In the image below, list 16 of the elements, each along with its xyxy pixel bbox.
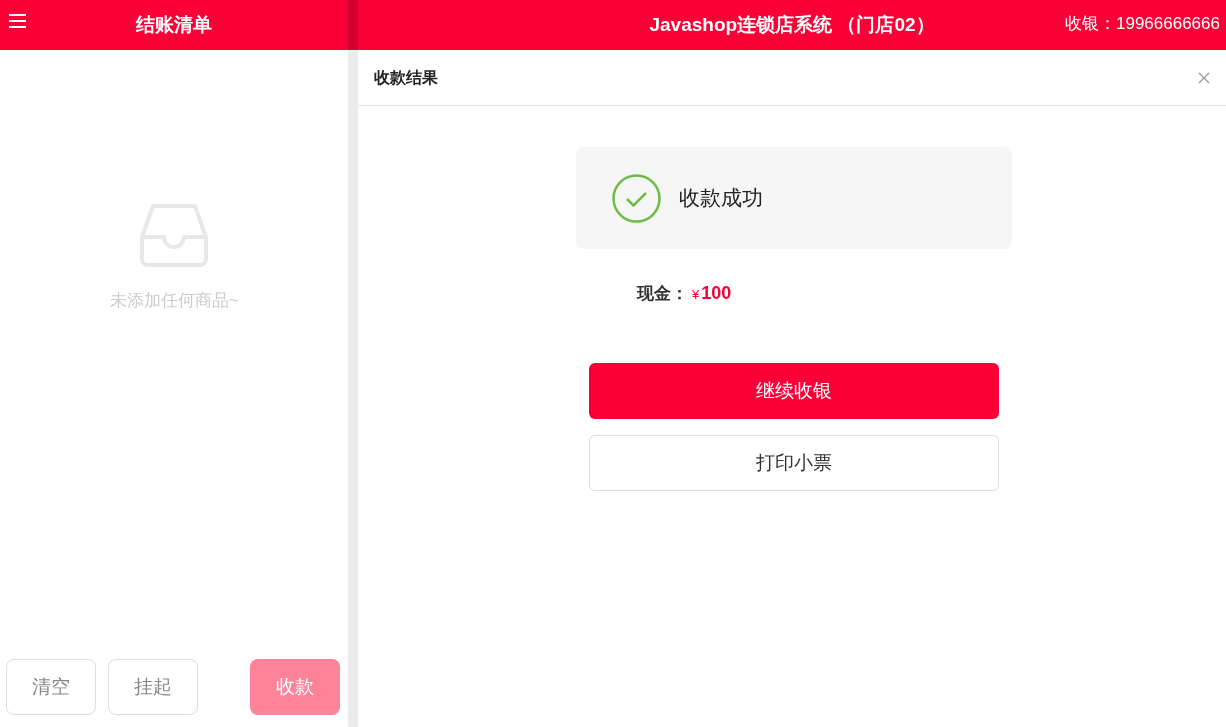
payment-amount: 100 — [701, 282, 732, 305]
cart-title: 结账清单 — [136, 12, 212, 37]
header-divider-strip — [348, 0, 358, 50]
print-receipt-button[interactable]: 打印小票 — [589, 435, 999, 491]
dialog-title: 收款结果 — [374, 67, 438, 88]
currency-symbol: ¥ — [692, 286, 700, 304]
close-icon[interactable] — [1198, 71, 1210, 84]
cart-action-button[interactable]: 清空 — [6, 659, 96, 715]
cashier-label: 收银：19966666666 — [1065, 13, 1220, 35]
cart-action-button[interactable]: 挂起 — [108, 659, 198, 715]
app-title: Javashop连锁店系统 （门店02） — [649, 12, 935, 37]
menu-icon[interactable] — [8, 13, 27, 29]
payment-method-label: 现金： — [637, 283, 688, 305]
success-check-icon — [612, 173, 661, 223]
payment-result-text: 收款成功 — [679, 185, 763, 212]
continue-button[interactable]: 继续收银 — [589, 363, 999, 419]
